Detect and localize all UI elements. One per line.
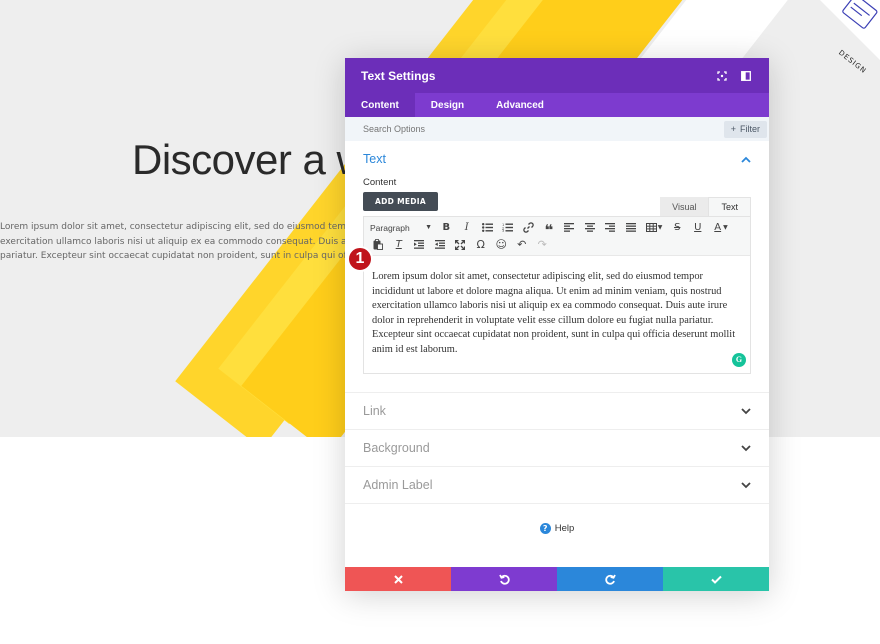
help-label: Help (554, 523, 575, 534)
fullscreen-icon[interactable] (715, 69, 729, 83)
chevron-up-icon (741, 156, 751, 163)
editor-textarea[interactable]: Lorem ipsum dolor sit amet, consectetur … (364, 256, 750, 373)
grammarly-icon[interactable]: G (732, 353, 746, 367)
chevron-down-icon (741, 407, 751, 414)
align-left-icon[interactable] (559, 219, 580, 236)
redo-button[interactable] (557, 567, 663, 591)
table-icon[interactable]: ▼ (641, 219, 667, 236)
chevron-down-icon (741, 444, 751, 451)
tab-visual[interactable]: Visual (660, 197, 709, 216)
hero-paragraph: Lorem ipsum dolor sit amet, consectetur … (0, 220, 345, 264)
step-number-badge: 1 (347, 246, 373, 272)
tab-design[interactable]: Design (415, 93, 480, 117)
sidebar-toggle-icon[interactable] (739, 69, 753, 83)
undo-icon (498, 574, 510, 585)
fullscreen-editor-icon[interactable] (450, 236, 471, 253)
save-button[interactable] (663, 567, 769, 591)
bullet-list-icon[interactable] (477, 219, 498, 236)
text-settings-modal: Text Settings Content Design Advanced + … (345, 58, 769, 591)
paste-icon[interactable] (368, 236, 389, 253)
text-color-icon[interactable]: A ▼ (708, 219, 734, 236)
background-section-toggle[interactable]: Background (345, 429, 769, 466)
editor-text: Lorem ipsum dolor sit amet, consectetur … (372, 271, 736, 355)
rich-text-editor: Paragraph ▼ B I 123 ❝ ▼ S U A ▼ T Ω ☺ ↶ … (363, 216, 751, 374)
svg-text:3: 3 (502, 229, 504, 232)
emoji-icon[interactable]: ☺ (491, 236, 512, 253)
filter-label: Filter (740, 124, 760, 134)
italic-icon[interactable]: I (457, 219, 478, 236)
strikethrough-icon[interactable]: S (667, 219, 688, 236)
content-label: Content (363, 177, 397, 188)
underline-icon[interactable]: U (688, 219, 709, 236)
link-section-toggle[interactable]: Link (345, 392, 769, 429)
modal-tabs: Content Design Advanced (345, 93, 769, 117)
media-row: ADD MEDIA Visual Text (345, 192, 769, 216)
undo-editor-icon[interactable]: ↶ (512, 236, 533, 253)
background-section-title: Background (363, 441, 430, 455)
align-justify-icon[interactable] (621, 219, 642, 236)
close-icon (393, 574, 403, 584)
format-select-value: Paragraph (370, 222, 410, 233)
blockquote-icon[interactable]: ❝ (539, 219, 560, 239)
tab-advanced[interactable]: Advanced (480, 93, 560, 117)
clear-formatting-icon[interactable]: T (389, 236, 410, 253)
filter-button[interactable]: + Filter (723, 120, 767, 138)
redo-editor-icon[interactable]: ↷ (532, 236, 553, 253)
admin-label-section-toggle[interactable]: Admin Label (345, 466, 769, 503)
plus-icon: + (730, 124, 736, 134)
tab-content[interactable]: Content (345, 93, 415, 117)
align-right-icon[interactable] (600, 219, 621, 236)
special-character-icon[interactable]: Ω (471, 236, 492, 253)
undo-button[interactable] (451, 567, 557, 591)
indent-icon[interactable] (430, 236, 451, 253)
admin-label-section-title: Admin Label (363, 478, 433, 492)
modal-title: Text Settings (361, 68, 436, 83)
modal-header: Text Settings (345, 58, 769, 93)
hero-paragraph-line: exercitation ullamco laboris nisi ut ali… (0, 236, 345, 247)
add-media-button[interactable]: ADD MEDIA (363, 192, 438, 211)
checkmark-icon (710, 575, 722, 584)
link-section-title: Link (363, 404, 386, 418)
search-options-input[interactable] (363, 124, 724, 134)
text-section-toggle[interactable]: Text (345, 141, 769, 177)
outdent-icon[interactable] (409, 236, 430, 253)
editor-view-tabs: Visual Text (660, 197, 751, 216)
help-icon: ? (539, 523, 551, 534)
chevron-down-icon (741, 481, 751, 488)
hero-title: Discover a w (132, 136, 367, 183)
hero-paragraph-line: Lorem ipsum dolor sit amet, consectetur … (0, 222, 345, 232)
numbered-list-icon[interactable]: 123 (498, 219, 519, 236)
search-options-bar: + Filter (345, 117, 769, 141)
caret-down-icon: ▼ (425, 224, 432, 231)
hero-paragraph-line: pariatur. Excepteur sint occaecat cupida… (0, 251, 345, 261)
bold-icon[interactable]: B (436, 219, 457, 236)
redo-icon (604, 574, 616, 585)
align-center-icon[interactable] (580, 219, 601, 236)
format-select[interactable]: Paragraph ▼ (368, 223, 436, 233)
text-section-title: Text (363, 152, 386, 166)
tab-text[interactable]: Text (708, 197, 751, 216)
cancel-button[interactable] (345, 567, 451, 591)
link-icon[interactable] (518, 219, 539, 236)
design-illustration (800, 0, 880, 84)
help-link[interactable]: ? Help (345, 503, 769, 553)
modal-footer (345, 567, 769, 591)
editor-toolbar: Paragraph ▼ B I 123 ❝ ▼ S U A ▼ T Ω ☺ ↶ … (364, 217, 750, 256)
